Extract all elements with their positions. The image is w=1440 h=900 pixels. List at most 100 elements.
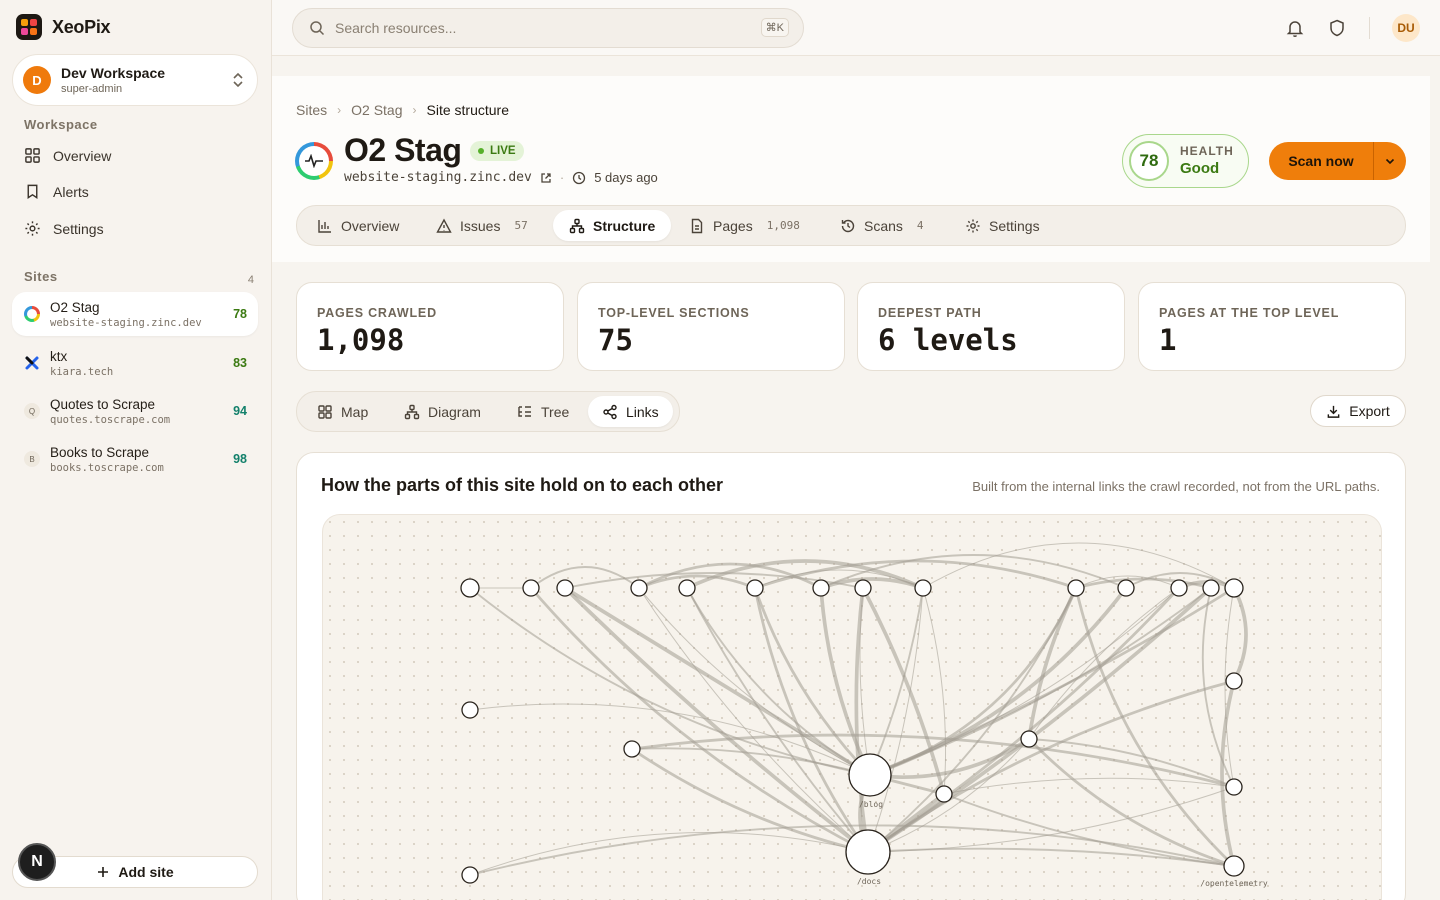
graph-node[interactable] (1202, 579, 1220, 597)
graph-node[interactable] (522, 579, 540, 597)
tab-pages[interactable]: Pages 1,098 (673, 210, 816, 241)
sidebar-site-books[interactable]: B Books to Scrape books.toscrape.com 98 (12, 437, 258, 481)
node-label-opentelemetry: /opentelemetry (1200, 879, 1268, 888)
workspace-switcher[interactable]: D Dev Workspace super-admin (12, 54, 258, 106)
export-button[interactable]: Export (1310, 395, 1406, 427)
graph-node[interactable] (630, 579, 648, 597)
graph-node[interactable] (1223, 855, 1245, 877)
stat-value: 75 (598, 323, 633, 357)
view-label: Links (626, 403, 659, 420)
breadcrumb-site[interactable]: O2 Stag (351, 102, 402, 118)
user-avatar[interactable]: DU (1392, 14, 1420, 42)
site-domain-link[interactable]: website-staging.zinc.dev (344, 170, 532, 185)
site-score: 78 (233, 307, 247, 321)
link-graph-card: How the parts of this site hold on to ea… (296, 452, 1406, 900)
chevron-down-icon (1385, 158, 1395, 165)
warning-icon (436, 218, 452, 233)
graph-node[interactable] (854, 579, 872, 597)
graph-edge (867, 786, 1235, 853)
scan-options-button[interactable] (1374, 155, 1406, 167)
graph-edge (867, 587, 924, 853)
graph-node[interactable] (812, 579, 830, 597)
view-diagram[interactable]: Diagram (390, 396, 495, 427)
search-icon (310, 21, 325, 36)
sidebar-item-overview[interactable]: Overview (24, 147, 111, 164)
graph-node[interactable] (556, 579, 574, 597)
graph-node[interactable] (1020, 730, 1038, 748)
site-url: website-staging.zinc.dev (50, 316, 202, 329)
grid-icon (25, 148, 40, 163)
view-label: Diagram (428, 403, 481, 420)
sidebar-item-settings[interactable]: Settings (24, 220, 104, 237)
external-link-icon[interactable] (540, 172, 552, 184)
sites-count: 4 (247, 274, 254, 286)
site-meta: website-staging.zinc.dev · 5 days ago (344, 170, 658, 185)
graph-node[interactable] (914, 579, 932, 597)
graph-node[interactable] (1225, 778, 1243, 796)
view-links[interactable]: Links (588, 396, 673, 427)
graph-node[interactable] (1170, 579, 1188, 597)
search-shortcut: ⌘K (760, 18, 789, 37)
live-dot-icon (478, 148, 484, 154)
sidebar-site-quotes[interactable]: Q Quotes to Scrape quotes.toscrape.com 9… (12, 389, 258, 433)
health-label: HEALTH (1180, 144, 1234, 158)
sidebar-item-label: Settings (53, 220, 104, 237)
tab-issues[interactable]: Issues 57 (420, 210, 544, 241)
workspace-name: Dev Workspace (61, 65, 166, 81)
tab-label: Overview (341, 217, 400, 234)
stat-label: PAGES CRAWLED (317, 306, 437, 320)
breadcrumb-sites[interactable]: Sites (296, 102, 327, 118)
graph-node[interactable] (678, 579, 696, 597)
link-graph-svg[interactable]: /blog /docs /opentelemetry (323, 515, 1382, 900)
shield-icon[interactable] (1327, 18, 1347, 38)
site-url: quotes.toscrape.com (50, 413, 171, 426)
sidebar-item-alerts[interactable]: Alerts (24, 183, 89, 200)
search-input[interactable]: Search resources... ⌘K (292, 8, 804, 48)
sidebar-site-ktx[interactable]: ktx kiara.tech 83 (12, 341, 258, 385)
tab-label: Pages (713, 217, 753, 234)
graph-node[interactable] (623, 740, 641, 758)
health-score-card[interactable]: 78 HEALTH Good (1122, 134, 1249, 188)
site-initial-icon: Q (24, 403, 40, 419)
stat-card-top-level-sections: TOP-LEVEL SECTIONS 75 (577, 282, 845, 371)
graph-title: How the parts of this site hold on to ea… (321, 475, 724, 495)
tab-overview[interactable]: Overview (301, 210, 415, 241)
dev-tools-badge[interactable]: N (18, 843, 56, 881)
document-icon (691, 218, 703, 233)
graph-node[interactable] (1224, 578, 1244, 598)
tab-structure[interactable]: Structure (553, 210, 672, 241)
graph-node[interactable] (1067, 579, 1085, 597)
bell-icon[interactable] (1285, 18, 1305, 38)
workspace-avatar: D (23, 66, 51, 94)
stat-label: DEEPEST PATH (878, 306, 982, 320)
gear-icon (966, 219, 980, 232)
stat-label: TOP-LEVEL SECTIONS (598, 306, 750, 320)
link-graph-canvas[interactable]: /blog /docs /opentelemetry (322, 514, 1382, 900)
tab-label: Structure (593, 217, 656, 234)
site-url: kiara.tech (50, 365, 114, 378)
graph-node[interactable] (1117, 579, 1135, 597)
graph-node[interactable] (1225, 672, 1243, 690)
divider (1369, 17, 1370, 39)
scan-now-split-button: Scan now (1269, 142, 1406, 180)
graph-node[interactable] (461, 866, 479, 884)
tab-count: 4 (916, 219, 924, 232)
stat-card-top-level-pages: PAGES AT THE TOP LEVEL 1 (1138, 282, 1406, 371)
view-map[interactable]: Map (303, 396, 382, 427)
graph-node[interactable] (460, 578, 480, 598)
tab-settings[interactable]: Settings (949, 210, 1056, 241)
meta-separator: · (559, 170, 565, 185)
scan-now-button[interactable]: Scan now (1269, 153, 1373, 169)
sidebar-site-o2-stag[interactable]: O2 Stag website-staging.zinc.dev 78 (12, 292, 258, 336)
view-label: Tree (541, 403, 570, 420)
tab-scans[interactable]: Scans 4 (824, 210, 940, 241)
graph-node[interactable] (845, 829, 891, 875)
brand[interactable]: XeoPix (16, 14, 111, 40)
graph-node[interactable] (461, 701, 479, 719)
chevron-right-icon: › (412, 103, 417, 117)
graph-node[interactable] (848, 753, 892, 797)
site-tabs: Overview Issues 57 Structure Pages 1,098… (296, 205, 1406, 246)
view-tree[interactable]: Tree (503, 396, 583, 427)
graph-node[interactable] (935, 785, 953, 803)
graph-node[interactable] (746, 579, 764, 597)
